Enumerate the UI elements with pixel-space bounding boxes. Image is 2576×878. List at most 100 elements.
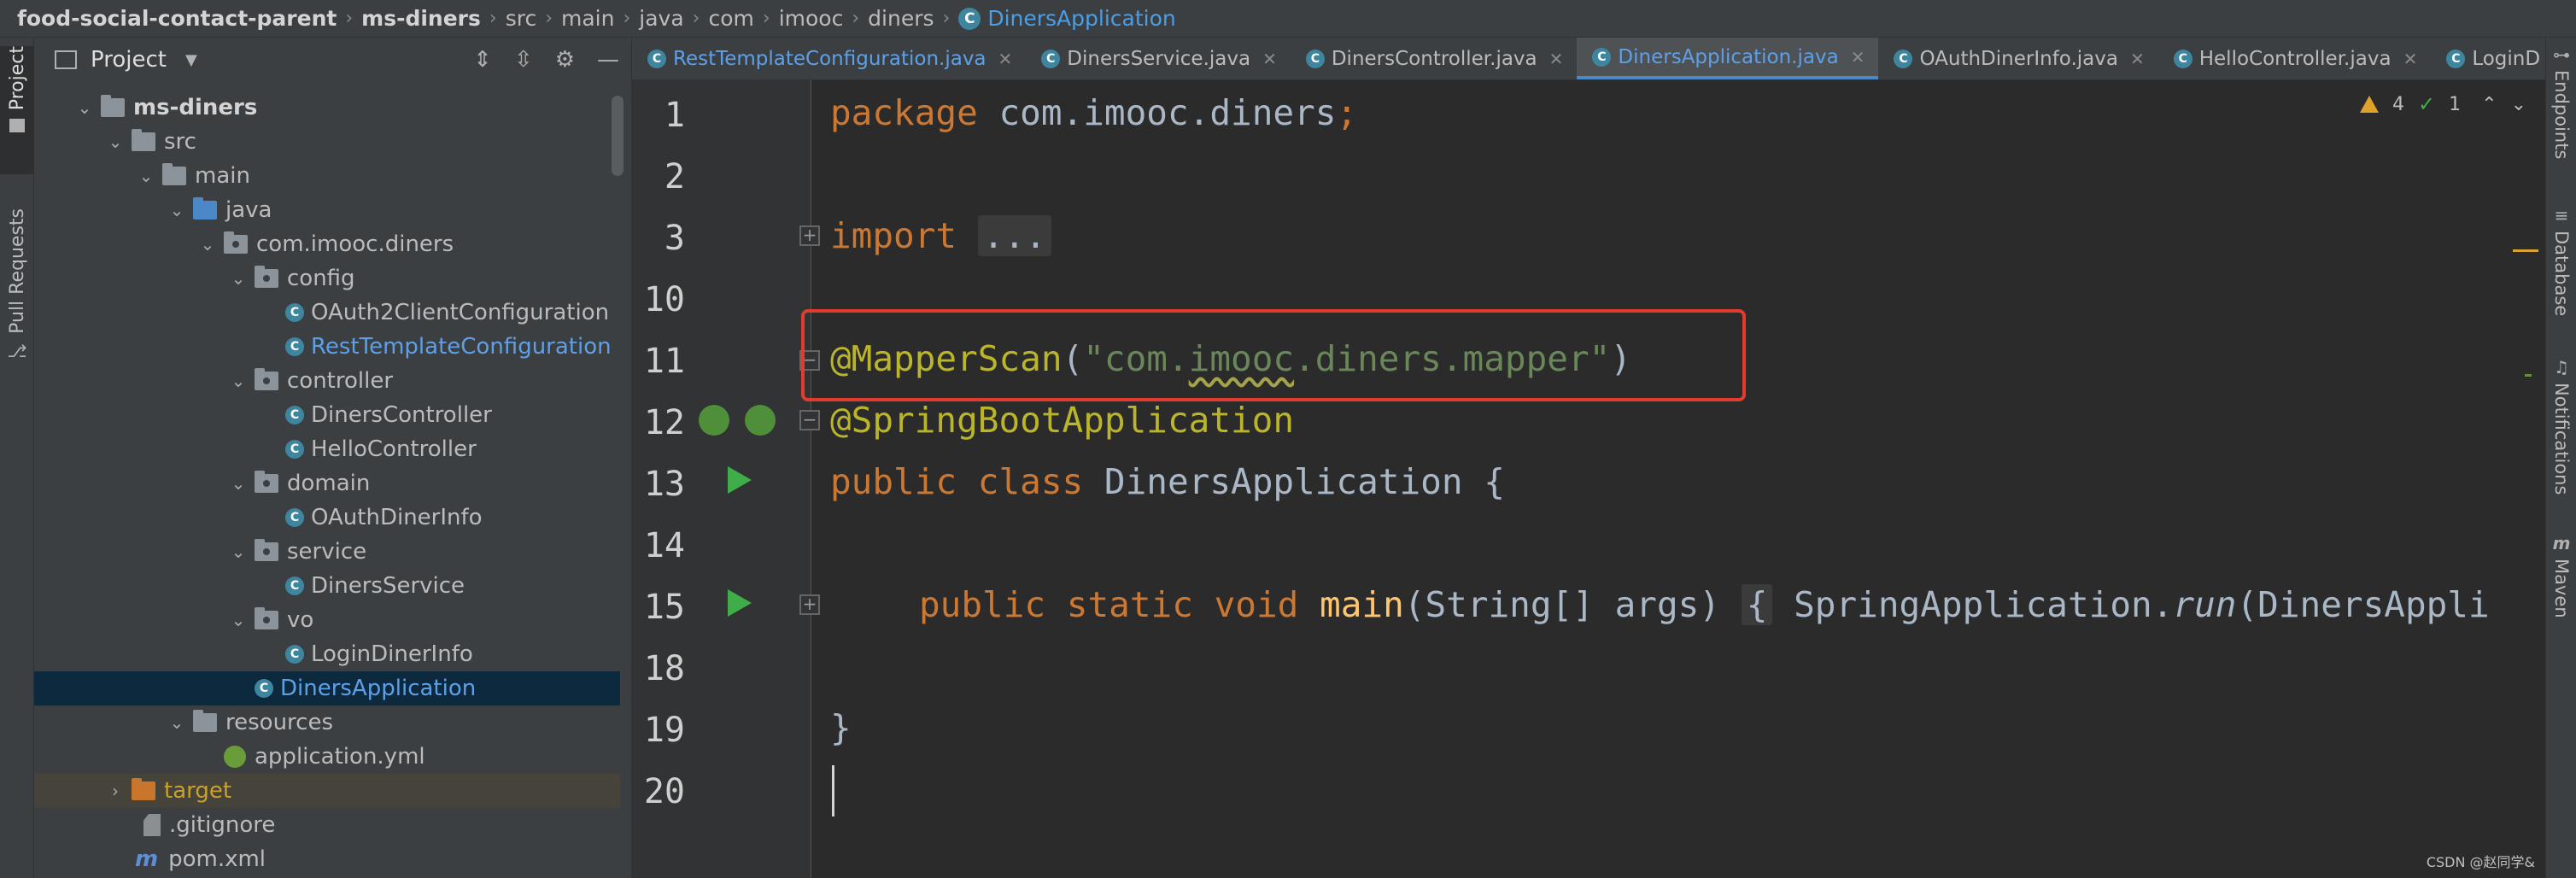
tree-item-dinerscontroller[interactable]: C DinersController bbox=[34, 398, 620, 432]
tree-item-oauthdinerinfo[interactable]: C OAuthDinerInfo bbox=[34, 500, 620, 535]
module-folder-icon bbox=[101, 95, 125, 117]
tab-dinersservice[interactable]: C DinersService.java ✕ bbox=[1026, 38, 1291, 79]
tool-tab-endpoints[interactable]: ⊶ Endpoints bbox=[2546, 44, 2576, 159]
chevron-up-icon[interactable]: ⌃ bbox=[2481, 94, 2497, 115]
chevron-down-icon[interactable]: ⌄ bbox=[167, 712, 186, 733]
tree-item-package[interactable]: ⌄ com.imooc.diners bbox=[34, 227, 620, 261]
fold-collapse-icon[interactable]: − bbox=[799, 410, 820, 430]
close-icon[interactable]: ✕ bbox=[998, 49, 1013, 69]
chevron-down-icon[interactable]: ⌄ bbox=[137, 166, 155, 186]
tab-logindinerinfo[interactable]: C LoginD bbox=[2431, 38, 2545, 79]
tab-label: RestTemplateConfiguration.java bbox=[673, 47, 986, 70]
expand-all-icon[interactable]: ⇕ bbox=[473, 47, 492, 73]
tree-item-controller[interactable]: ⌄ controller bbox=[34, 364, 620, 398]
collapse-all-icon[interactable]: ⇳ bbox=[514, 47, 533, 73]
tree-item-resttemplateconfiguration[interactable]: C RestTemplateConfiguration bbox=[34, 330, 620, 364]
tree-item-dinersservice[interactable]: C DinersService bbox=[34, 569, 620, 603]
bell-icon: ♫ bbox=[2554, 357, 2569, 378]
database-icon: ≡ bbox=[2554, 205, 2569, 225]
chevron-down-icon[interactable]: ⌄ bbox=[229, 371, 248, 391]
tree-item-resources[interactable]: ⌄ resources bbox=[34, 705, 620, 740]
chevron-right-icon: › bbox=[545, 8, 553, 29]
warning-icon bbox=[2360, 96, 2380, 113]
code-line-13: public class DinersApplication { bbox=[830, 461, 1505, 502]
chevron-down-icon[interactable]: ⌄ bbox=[229, 541, 248, 562]
folded-imports[interactable]: ... bbox=[977, 215, 1051, 256]
tree-item-ms-diners[interactable]: ⌄ ms-diners bbox=[34, 91, 620, 125]
minimize-icon[interactable]: — bbox=[597, 47, 619, 73]
tab-hellocontroller[interactable]: C HelloController.java ✕ bbox=[2158, 38, 2432, 79]
package-icon bbox=[255, 266, 278, 288]
run-icon[interactable] bbox=[728, 589, 752, 617]
tool-tab-database[interactable]: ≡ Database bbox=[2546, 205, 2576, 316]
tool-tab-pull-requests[interactable]: Pull Requests ⎇ bbox=[0, 208, 34, 388]
tab-dinersapplication[interactable]: C DinersApplication.java ✕ bbox=[1577, 38, 1879, 79]
tree-item-hellocontroller[interactable]: C HelloController bbox=[34, 432, 620, 466]
tree-item-gitignore[interactable]: .gitignore bbox=[34, 808, 620, 842]
close-icon[interactable]: ✕ bbox=[1549, 49, 1564, 69]
breadcrumb-item[interactable]: ms-diners bbox=[361, 6, 481, 31]
breadcrumb-item[interactable]: food-social-contact-parent bbox=[17, 6, 337, 31]
close-icon[interactable]: ✕ bbox=[2130, 49, 2145, 69]
warning-mark[interactable] bbox=[2513, 249, 2538, 252]
breadcrumb-item[interactable]: diners bbox=[868, 6, 934, 31]
tool-tab-notifications[interactable]: ♫ Notifications bbox=[2546, 357, 2576, 495]
chevron-down-icon[interactable]: ⌄ bbox=[106, 132, 125, 152]
tree-item-java[interactable]: ⌄ java bbox=[34, 193, 620, 227]
breadcrumb-item-current[interactable]: C DinersApplication bbox=[958, 6, 1176, 31]
chevron-down-icon[interactable]: ▼ bbox=[185, 51, 197, 69]
fold-expand-icon[interactable]: + bbox=[799, 594, 820, 615]
tree-item-oauth2clientconfiguration[interactable]: C OAuth2ClientConfiguration bbox=[34, 296, 620, 330]
weak-warning-mark[interactable] bbox=[2525, 374, 2532, 377]
fold-expand-icon[interactable]: + bbox=[799, 225, 820, 246]
folded-method-body[interactable]: { bbox=[1741, 584, 1773, 625]
breadcrumb-item[interactable]: main bbox=[561, 6, 614, 31]
class-icon: C bbox=[285, 508, 304, 527]
chevron-down-icon[interactable]: ⌄ bbox=[229, 473, 248, 494]
breadcrumb-item[interactable]: imooc bbox=[779, 6, 844, 31]
tree-item-service[interactable]: ⌄ service bbox=[34, 535, 620, 569]
tree-item-main[interactable]: ⌄ main bbox=[34, 159, 620, 193]
line-number: 12 bbox=[643, 403, 685, 442]
chevron-down-icon[interactable]: ⌄ bbox=[167, 200, 186, 220]
tool-tab-project[interactable]: Project bbox=[0, 46, 34, 174]
tree-item-config[interactable]: ⌄ config bbox=[34, 261, 620, 296]
tool-tab-maven[interactable]: m Maven bbox=[2546, 533, 2576, 618]
inspection-widget[interactable]: 4 ✓ 1 ⌃ ⌄ bbox=[2360, 92, 2526, 116]
class-icon: C bbox=[285, 577, 304, 595]
tree-item-pom-xml[interactable]: m pom.xml bbox=[34, 842, 620, 876]
tab-resttemplateconfiguration[interactable]: C RestTemplateConfiguration.java ✕ bbox=[632, 38, 1026, 79]
tab-dinerscontroller[interactable]: C DinersController.java ✕ bbox=[1291, 38, 1578, 79]
close-icon[interactable]: ✕ bbox=[1851, 47, 1865, 67]
tree-item-target[interactable]: › target bbox=[34, 774, 620, 808]
breadcrumb-item[interactable]: src bbox=[506, 6, 537, 31]
tree-item-application-yml[interactable]: application.yml bbox=[34, 740, 620, 774]
tree-item-src[interactable]: ⌄ src bbox=[34, 125, 620, 159]
code-editor[interactable]: 1 2 3 10 11 12 13 14 15 18 19 20 + − − +… bbox=[632, 80, 2545, 878]
breadcrumb-item[interactable]: com bbox=[708, 6, 753, 31]
tree-item-domain[interactable]: ⌄ domain bbox=[34, 466, 620, 500]
gear-icon[interactable]: ⚙ bbox=[555, 47, 575, 73]
chevron-down-icon[interactable]: ⌄ bbox=[2511, 94, 2526, 115]
chevron-down-icon[interactable]: ⌄ bbox=[229, 268, 248, 289]
spring-bean-icon[interactable] bbox=[699, 405, 729, 436]
tree-item-dinersapplication[interactable]: C DinersApplication bbox=[34, 671, 620, 705]
chevron-down-icon[interactable]: ⌄ bbox=[198, 234, 217, 255]
code-token: public class bbox=[830, 461, 1084, 502]
package-icon bbox=[255, 471, 278, 493]
chevron-right-icon[interactable]: › bbox=[106, 781, 125, 801]
tree-item-vo[interactable]: ⌄ vo bbox=[34, 603, 620, 637]
code-line-19: } bbox=[830, 707, 852, 748]
close-icon[interactable]: ✕ bbox=[1262, 49, 1277, 69]
code-token: com.imooc.diners bbox=[977, 92, 1337, 133]
spring-boot-icon[interactable] bbox=[745, 405, 776, 436]
project-tree-scrollbar[interactable] bbox=[612, 96, 624, 176]
project-view-selector[interactable]: Project bbox=[91, 47, 167, 73]
chevron-down-icon[interactable]: ⌄ bbox=[229, 610, 248, 630]
run-icon[interactable] bbox=[728, 466, 752, 494]
tree-item-logindinerinfo[interactable]: C LoginDinerInfo bbox=[34, 637, 620, 671]
close-icon[interactable]: ✕ bbox=[2403, 49, 2418, 69]
breadcrumb-item[interactable]: java bbox=[639, 6, 683, 31]
chevron-down-icon[interactable]: ⌄ bbox=[75, 97, 94, 118]
tab-oauthdinerinfo[interactable]: C OAuthDinerInfo.java ✕ bbox=[1878, 38, 2157, 79]
